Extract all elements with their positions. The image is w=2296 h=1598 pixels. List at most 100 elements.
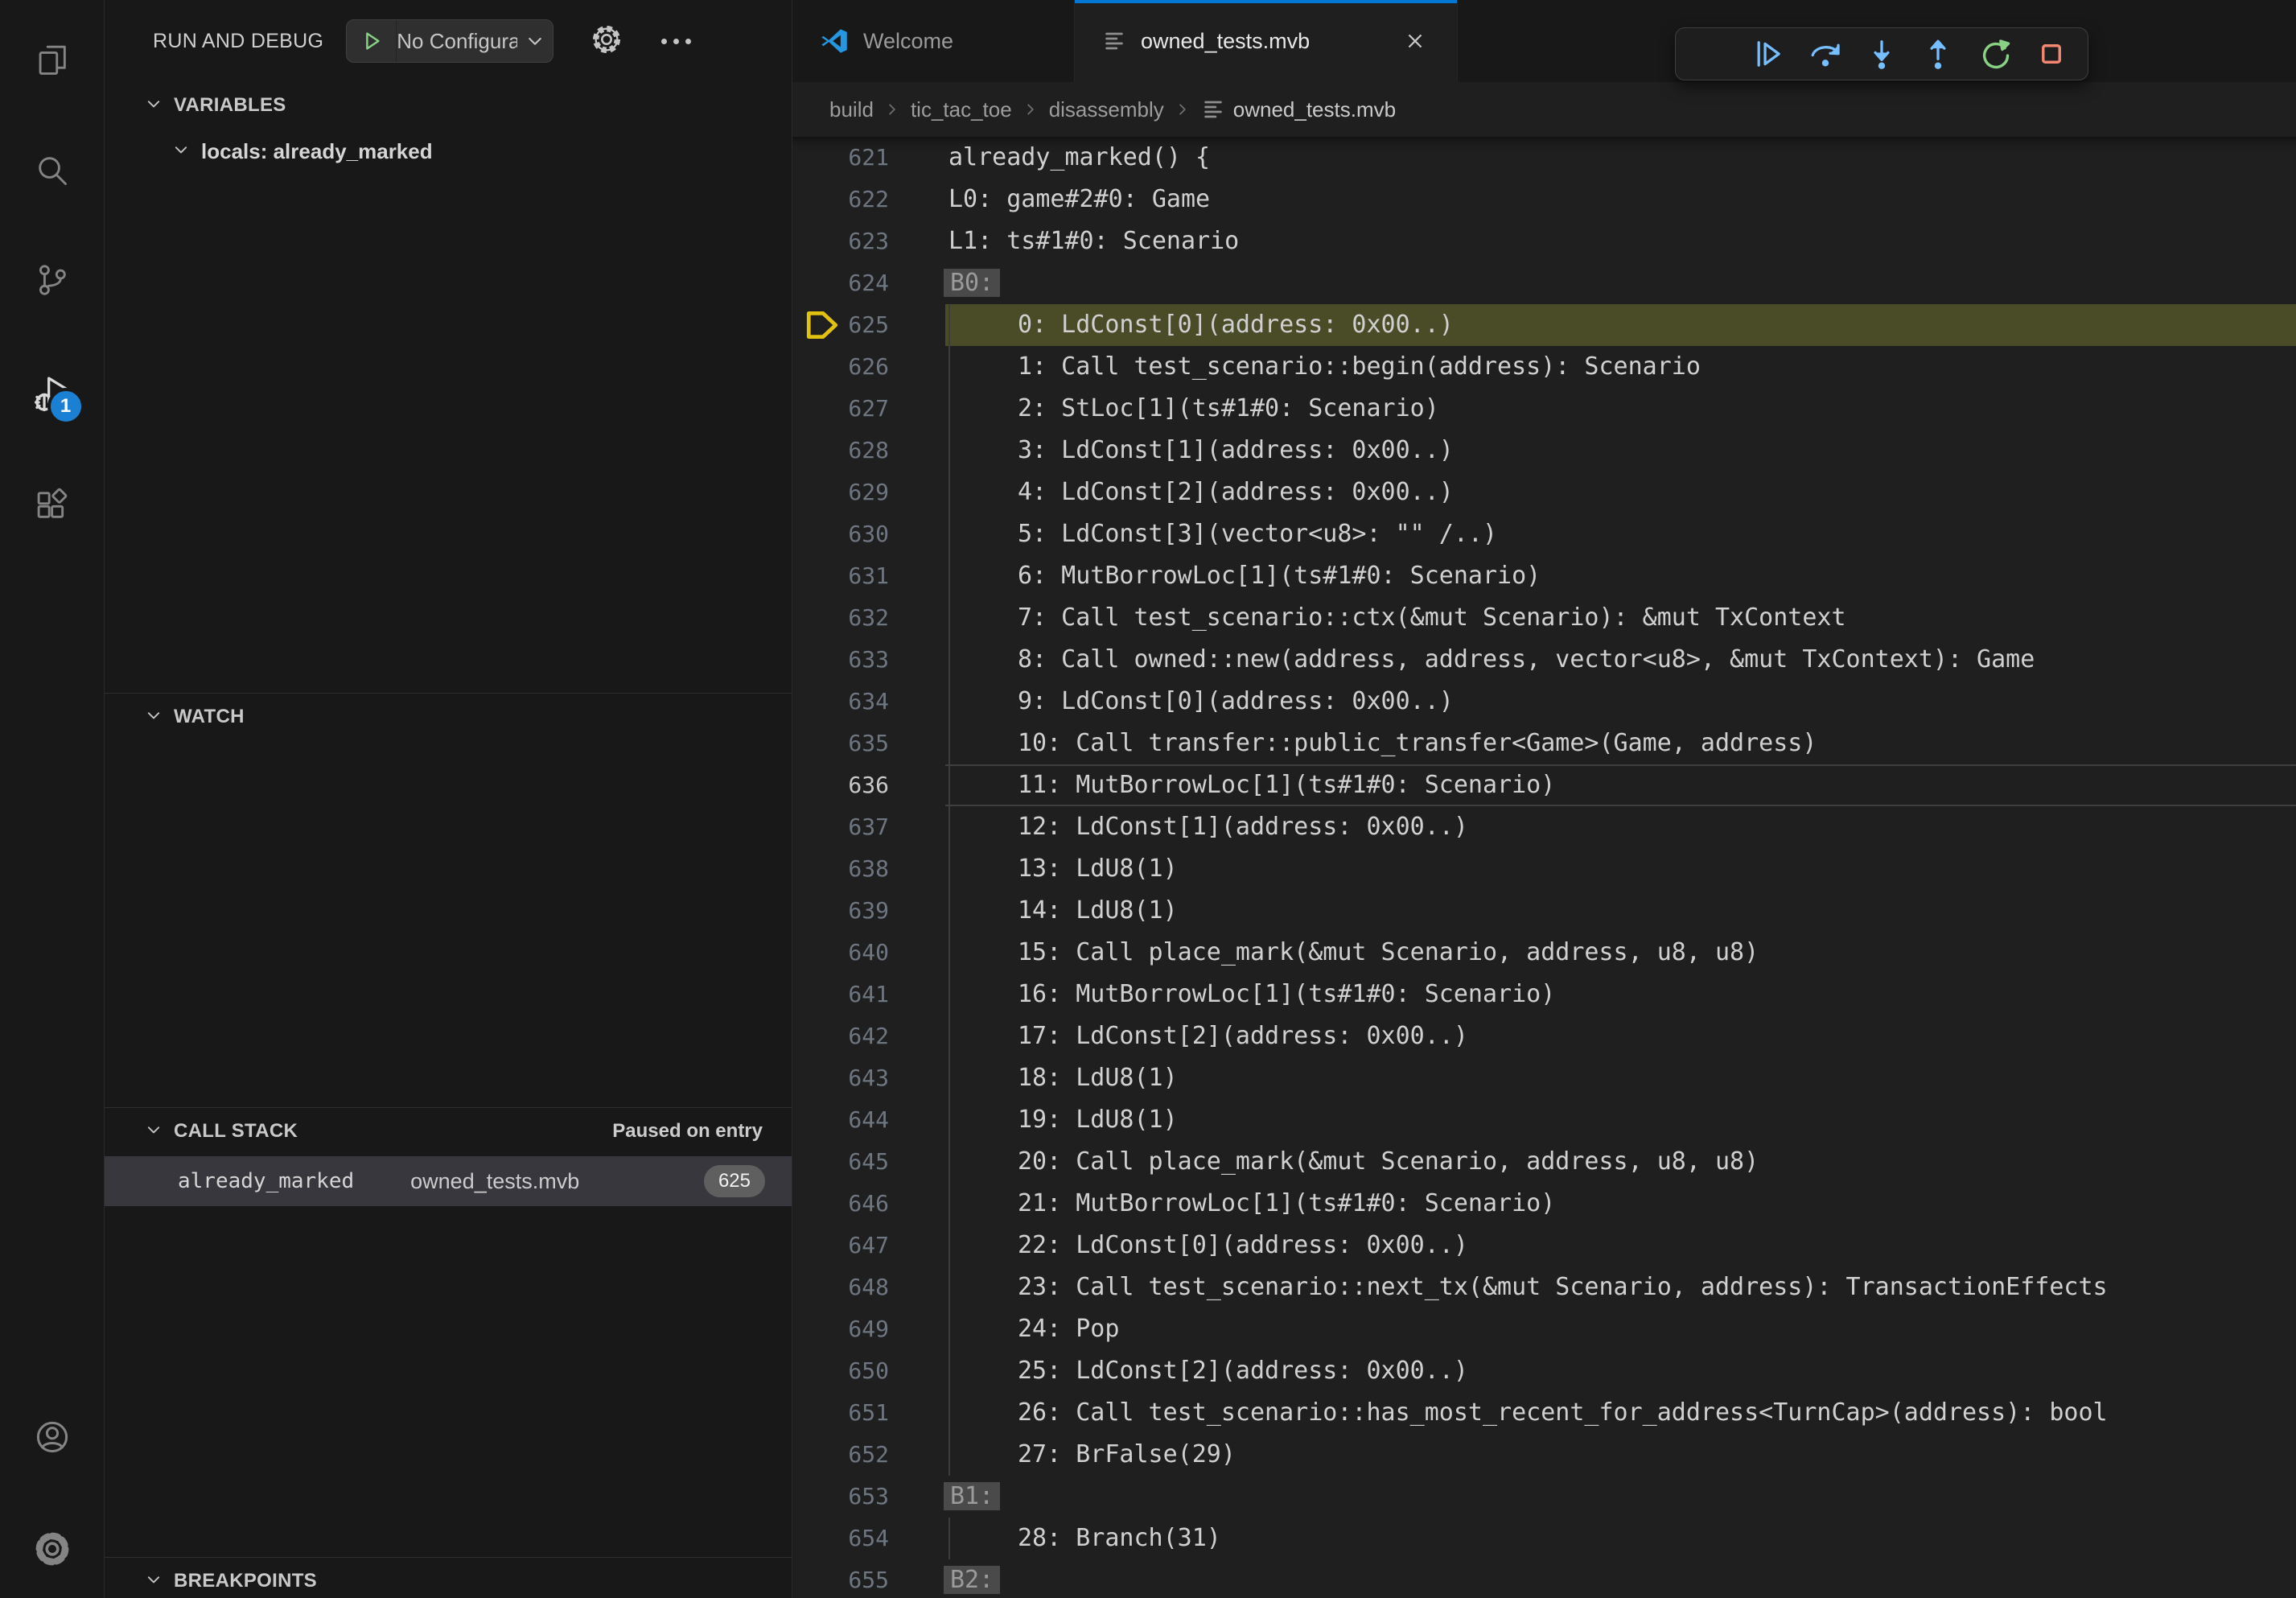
line-number[interactable]: 648	[792, 1266, 945, 1308]
call-stack-frame[interactable]: already_marked owned_tests.mvb 625	[105, 1156, 792, 1206]
line-number[interactable]: 638	[792, 848, 945, 890]
breakpoints-section-header[interactable]: BREAKPOINTS	[105, 1558, 792, 1598]
extensions-icon[interactable]	[31, 484, 73, 525]
line-number[interactable]: 624	[792, 262, 945, 304]
code-line[interactable]: 655B2:	[792, 1559, 2296, 1598]
code-line[interactable]: 65227: BrFalse(29)	[792, 1434, 2296, 1476]
code-line[interactable]: 6272: StLoc[1](ts#1#0: Scenario)	[792, 388, 2296, 430]
code-line[interactable]: 64116: MutBorrowLoc[1](ts#1#0: Scenario)	[792, 974, 2296, 1015]
run-config-dropdown[interactable]: No Configura	[346, 19, 553, 63]
code-line[interactable]: 6349: LdConst[0](address: 0x00..)	[792, 681, 2296, 723]
line-number[interactable]: 622	[792, 179, 945, 220]
line-number[interactable]: 629	[792, 472, 945, 513]
variables-section-header[interactable]: VARIABLES	[105, 82, 792, 129]
line-number[interactable]: 652	[792, 1434, 945, 1476]
line-number[interactable]: 621	[792, 137, 945, 179]
code-line[interactable]: 65126: Call test_scenario::has_most_rece…	[792, 1392, 2296, 1434]
restart-icon[interactable]	[1972, 31, 2018, 77]
code-line[interactable]: 65428: Branch(31)	[792, 1518, 2296, 1559]
line-number[interactable]: 623	[792, 220, 945, 262]
line-number[interactable]: 653	[792, 1476, 945, 1518]
line-number[interactable]: 647	[792, 1225, 945, 1266]
breadcrumb-item[interactable]: disassembly	[1049, 97, 1164, 122]
tab-Welcome[interactable]: Welcome	[792, 0, 1075, 82]
code-line[interactable]: 65025: LdConst[2](address: 0x00..)	[792, 1350, 2296, 1392]
line-number[interactable]: 645	[792, 1141, 945, 1183]
code-line[interactable]: 64924: Pop	[792, 1308, 2296, 1350]
code-line[interactable]: 64318: LdU8(1)	[792, 1057, 2296, 1099]
line-number[interactable]: 626	[792, 346, 945, 388]
line-number[interactable]: 643	[792, 1057, 945, 1099]
settings-gear-icon[interactable]	[31, 1528, 73, 1570]
line-number[interactable]: 649	[792, 1308, 945, 1350]
line-number[interactable]: 651	[792, 1392, 945, 1434]
code-lines[interactable]: 621already_marked() {622L0: game#2#0: Ga…	[792, 137, 2296, 1598]
code-line[interactable]: 624B0:	[792, 262, 2296, 304]
line-number[interactable]: 635	[792, 723, 945, 764]
line-number[interactable]: 634	[792, 681, 945, 723]
toolbar-drag-gripper[interactable]	[1689, 31, 1735, 77]
line-number[interactable]: 639	[792, 890, 945, 932]
line-number[interactable]: 650	[792, 1350, 945, 1392]
line-number[interactable]: 646	[792, 1183, 945, 1225]
line-number[interactable]: 641	[792, 974, 945, 1015]
line-number[interactable]: 627	[792, 388, 945, 430]
more-actions-icon[interactable]	[661, 39, 691, 44]
account-icon[interactable]	[31, 1416, 73, 1458]
explorer-icon[interactable]	[31, 39, 73, 81]
line-number[interactable]: 632	[792, 597, 945, 639]
code-line[interactable]: 653B1:	[792, 1476, 2296, 1518]
line-number[interactable]: 644	[792, 1099, 945, 1141]
watch-section-header[interactable]: WATCH	[105, 694, 792, 740]
line-number[interactable]: 636	[792, 764, 945, 806]
code-line[interactable]: 623L1: ts#1#0: Scenario	[792, 220, 2296, 262]
code-line[interactable]: 6283: LdConst[1](address: 0x00..)	[792, 430, 2296, 472]
configure-gear-icon[interactable]	[590, 23, 623, 60]
variables-scope-row[interactable]: locals: already_marked	[105, 129, 792, 174]
code-line[interactable]: 6338: Call owned::new(address, address, …	[792, 639, 2296, 681]
step-out-icon[interactable]	[1915, 31, 1961, 77]
code-line[interactable]: 622L0: game#2#0: Game	[792, 179, 2296, 220]
code-line[interactable]: 6250: LdConst[0](address: 0x00..)	[792, 304, 2296, 346]
tab-owned_tests.mvb[interactable]: owned_tests.mvb	[1075, 0, 1458, 82]
breadcrumb-item[interactable]: tic_tac_toe	[911, 97, 1012, 122]
line-number[interactable]: 640	[792, 932, 945, 974]
close-icon[interactable]	[1401, 27, 1430, 56]
breadcrumb-item[interactable]: owned_tests.mvb	[1201, 97, 1396, 122]
code-line[interactable]: 64015: Call place_mark(&mut Scenario, ad…	[792, 932, 2296, 974]
code-line[interactable]: 6294: LdConst[2](address: 0x00..)	[792, 472, 2296, 513]
call-stack-section-header[interactable]: CALL STACK Paused on entry	[105, 1108, 792, 1155]
code-line[interactable]: 63914: LdU8(1)	[792, 890, 2296, 932]
code-line[interactable]: 63712: LdConst[1](address: 0x00..)	[792, 806, 2296, 848]
continue-icon[interactable]	[1745, 31, 1792, 77]
stop-icon[interactable]	[2028, 31, 2075, 77]
line-number[interactable]: 628	[792, 430, 945, 472]
line-number[interactable]: 637	[792, 806, 945, 848]
search-icon[interactable]	[31, 150, 73, 192]
line-number[interactable]: 630	[792, 513, 945, 555]
breadcrumb-item[interactable]: build	[829, 97, 874, 122]
code-line[interactable]: 6261: Call test_scenario::begin(address)…	[792, 346, 2296, 388]
code-line[interactable]: 6327: Call test_scenario::ctx(&mut Scena…	[792, 597, 2296, 639]
code-line[interactable]: 64722: LdConst[0](address: 0x00..)	[792, 1225, 2296, 1266]
code-line[interactable]: 64419: LdU8(1)	[792, 1099, 2296, 1141]
line-number[interactable]: 625	[792, 304, 945, 346]
line-number[interactable]: 655	[792, 1559, 945, 1598]
step-over-icon[interactable]	[1802, 31, 1849, 77]
start-debugging-icon[interactable]	[347, 20, 397, 62]
run-and-debug-icon[interactable]: 1	[31, 373, 73, 415]
code-line[interactable]: 63611: MutBorrowLoc[1](ts#1#0: Scenario)	[792, 764, 2296, 806]
step-into-icon[interactable]	[1858, 31, 1905, 77]
line-number[interactable]: 633	[792, 639, 945, 681]
code-line[interactable]: 64823: Call test_scenario::next_tx(&mut …	[792, 1266, 2296, 1308]
line-number[interactable]: 654	[792, 1518, 945, 1559]
code-line[interactable]: 6305: LdConst[3](vector<u8>: "" /..)	[792, 513, 2296, 555]
code-line[interactable]: 621already_marked() {	[792, 137, 2296, 179]
code-line[interactable]: 63510: Call transfer::public_transfer<Ga…	[792, 723, 2296, 764]
code-line[interactable]: 63813: LdU8(1)	[792, 848, 2296, 890]
line-number[interactable]: 631	[792, 555, 945, 597]
code-line[interactable]: 6316: MutBorrowLoc[1](ts#1#0: Scenario)	[792, 555, 2296, 597]
line-number[interactable]: 642	[792, 1015, 945, 1057]
source-control-icon[interactable]	[31, 259, 73, 301]
code-line[interactable]: 64621: MutBorrowLoc[1](ts#1#0: Scenario)	[792, 1183, 2296, 1225]
